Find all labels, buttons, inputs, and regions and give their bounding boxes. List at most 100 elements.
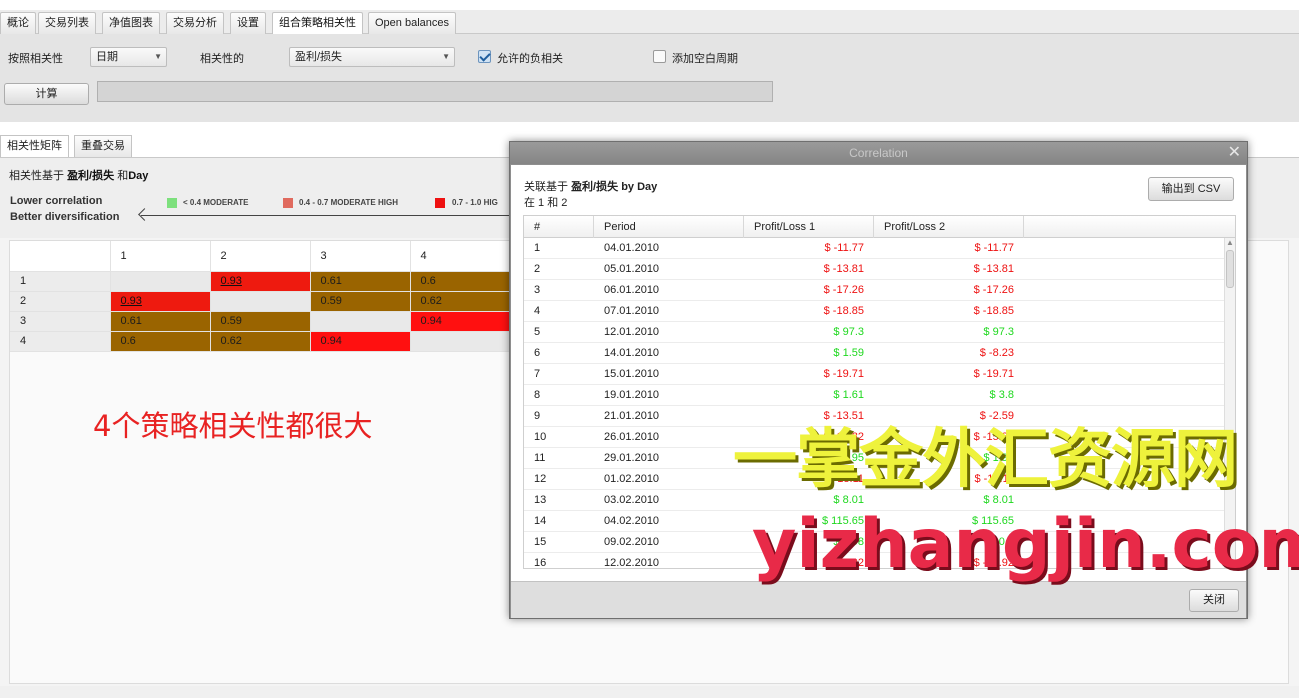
column-header-period[interactable]: Period: [594, 216, 744, 238]
arrow-line: [141, 215, 521, 216]
row-profit-loss-2: $ 97.3: [983, 326, 1014, 338]
tab-equity-chart[interactable]: 净值图表: [102, 12, 160, 34]
row-index: 11: [534, 452, 546, 464]
matrix-cell[interactable]: [410, 331, 511, 352]
row-profit-loss-1: $ -13.81: [823, 263, 864, 275]
legend-swatch-moderate-high: [283, 198, 293, 208]
row-period: 19.01.2010: [604, 389, 660, 401]
row-index: 16: [534, 557, 547, 569]
matrix-cell[interactable]: 0.6: [410, 271, 511, 292]
matrix-cell[interactable]: 0.6: [110, 331, 211, 352]
column-header-pl1[interactable]: Profit/Loss 1: [744, 216, 874, 238]
table-row[interactable]: 3 06.01.2010 $ -17.26 $ -17.26: [524, 280, 1224, 301]
correlation-of-value: 盈利/损失: [295, 51, 343, 63]
main-tab-bar: 概论 交易列表 净值图表 交易分析 设置 组合策略相关性 Open balanc…: [0, 10, 1299, 34]
export-csv-button[interactable]: 输出到 CSV: [1148, 177, 1234, 201]
basis-metric: 盈利/损失: [67, 170, 115, 182]
table-row[interactable]: 4 07.01.2010 $ -18.85 $ -18.85: [524, 301, 1224, 322]
row-period: 29.01.2010: [604, 452, 660, 464]
row-profit-loss-1: $ -11.77: [824, 242, 864, 254]
legend-moderate: < 0.4 MODERATE: [183, 198, 249, 207]
row-period: 12.01.2010: [604, 326, 660, 338]
table-row[interactable]: 7 15.01.2010 $ -19.71 $ -19.71: [524, 364, 1224, 385]
tab-overview[interactable]: 概论: [0, 12, 36, 34]
matrix-cell[interactable]: 0.94: [310, 331, 411, 352]
table-row[interactable]: 2 05.01.2010 $ -13.81 $ -13.81: [524, 259, 1224, 280]
matrix-cell[interactable]: 0.59: [210, 311, 311, 332]
column-header-index[interactable]: #: [524, 216, 594, 238]
table-row[interactable]: 6 14.01.2010 $ 1.59 $ -8.23: [524, 343, 1224, 364]
row-index: 3: [534, 284, 541, 296]
correlation-of-select[interactable]: 盈利/损失 ▼: [289, 47, 455, 67]
add-empty-periods-checkbox[interactable]: [653, 50, 666, 63]
tab-correlation-matrix[interactable]: 相关性矩阵: [0, 135, 69, 157]
tab-trade-analysis[interactable]: 交易分析: [166, 12, 224, 34]
close-icon[interactable]: ✕: [1228, 144, 1241, 162]
matrix-cell[interactable]: 0.62: [210, 331, 311, 352]
basis-and: 和: [117, 170, 129, 182]
matrix-cell[interactable]: 0.61: [110, 311, 211, 332]
compute-button[interactable]: 计算: [4, 83, 89, 105]
tab-open-balances[interactable]: Open balances: [368, 12, 456, 34]
basis-prefix: 相关性基于: [9, 170, 64, 182]
row-profit-loss-2: $ -17.26: [973, 284, 1014, 296]
row-period: 01.02.2010: [604, 473, 660, 485]
matrix-cell[interactable]: 0.62: [410, 291, 511, 312]
matrix-cell[interactable]: 0.61: [310, 271, 411, 292]
chevron-down-icon: ▼: [442, 52, 450, 61]
matrix-cell[interactable]: [110, 271, 211, 292]
legend-high: 0.7 - 1.0 HIG: [452, 198, 498, 207]
dialog-basis-prefix: 关联基于: [524, 181, 568, 193]
matrix-cell[interactable]: 0.93: [210, 271, 311, 292]
correlate-by-select[interactable]: 日期 ▼: [90, 47, 167, 67]
tab-trade-list[interactable]: 交易列表: [38, 12, 96, 34]
tab-portfolio-correlation[interactable]: 组合策略相关性: [272, 12, 363, 34]
row-index: 13: [534, 494, 547, 506]
matrix-col-header: 4: [410, 241, 511, 272]
row-profit-loss-2: $ -19.71: [973, 368, 1014, 380]
matrix-row: 2 0.93 0.59 0.62: [10, 291, 511, 312]
matrix-cell[interactable]: 0.59: [310, 291, 411, 312]
tab-settings[interactable]: 设置: [230, 12, 266, 34]
row-period: 04.02.2010: [604, 515, 660, 527]
row-profit-loss-2: $ -8.23: [979, 347, 1014, 359]
row-index: 12: [534, 473, 547, 485]
matrix-corner: [10, 241, 111, 272]
column-header-pl2[interactable]: Profit/Loss 2: [874, 216, 1024, 238]
row-profit-loss-1: $ -17.26: [823, 284, 864, 296]
close-button[interactable]: 关闭: [1189, 589, 1239, 612]
progress-bar: [97, 81, 773, 102]
table-row[interactable]: 1 04.01.2010 $ -11.77 $ -11.77: [524, 238, 1224, 259]
matrix-cell[interactable]: 0.93: [110, 291, 211, 312]
row-period: 12.02.2010: [604, 557, 660, 569]
matrix-row: 3 0.61 0.59 0.94: [10, 311, 511, 332]
allow-negative-label: 允许的负相关: [497, 53, 563, 65]
row-index: 1: [534, 242, 541, 254]
row-index: 5: [534, 326, 541, 338]
row-index: 9: [534, 410, 541, 422]
row-index: 14: [534, 515, 547, 527]
lower-correlation-label: Lower correlation: [10, 195, 103, 207]
row-index: 6: [534, 347, 541, 359]
table-row[interactable]: 8 19.01.2010 $ 1.61 $ 3.8: [524, 385, 1224, 406]
matrix-cell[interactable]: [210, 291, 311, 312]
watermark-url: yizhangjin.com: [752, 505, 1299, 584]
matrix-cell[interactable]: [310, 311, 411, 332]
matrix-row-header: 2: [10, 291, 111, 312]
scrollbar-thumb[interactable]: [1226, 250, 1234, 288]
row-period: 03.02.2010: [604, 494, 660, 506]
table-header: # Period Profit/Loss 1 Profit/Loss 2: [524, 216, 1235, 238]
tab-overlapping-trades[interactable]: 重叠交易: [74, 135, 132, 157]
table-row[interactable]: 5 12.01.2010 $ 97.3 $ 97.3: [524, 322, 1224, 343]
legend-moderate-high: 0.4 - 0.7 MODERATE HIGH: [299, 198, 398, 207]
row-period: 06.01.2010: [604, 284, 660, 296]
matrix-col-header: 3: [310, 241, 411, 272]
correlation-matrix: 1 2 3 4 1 0.93 0.61 0.6 2 0.93 0.59 0.62: [10, 241, 511, 352]
matrix-row: 1 0.93 0.61 0.6: [10, 271, 511, 292]
legend-swatch-moderate: [167, 198, 177, 208]
top-strip: [0, 0, 1299, 10]
scroll-up-icon[interactable]: ▲: [1226, 238, 1234, 247]
add-empty-periods-label: 添加空白周期: [672, 53, 738, 65]
matrix-cell[interactable]: 0.94: [410, 311, 511, 332]
allow-negative-checkbox[interactable]: [478, 50, 491, 63]
